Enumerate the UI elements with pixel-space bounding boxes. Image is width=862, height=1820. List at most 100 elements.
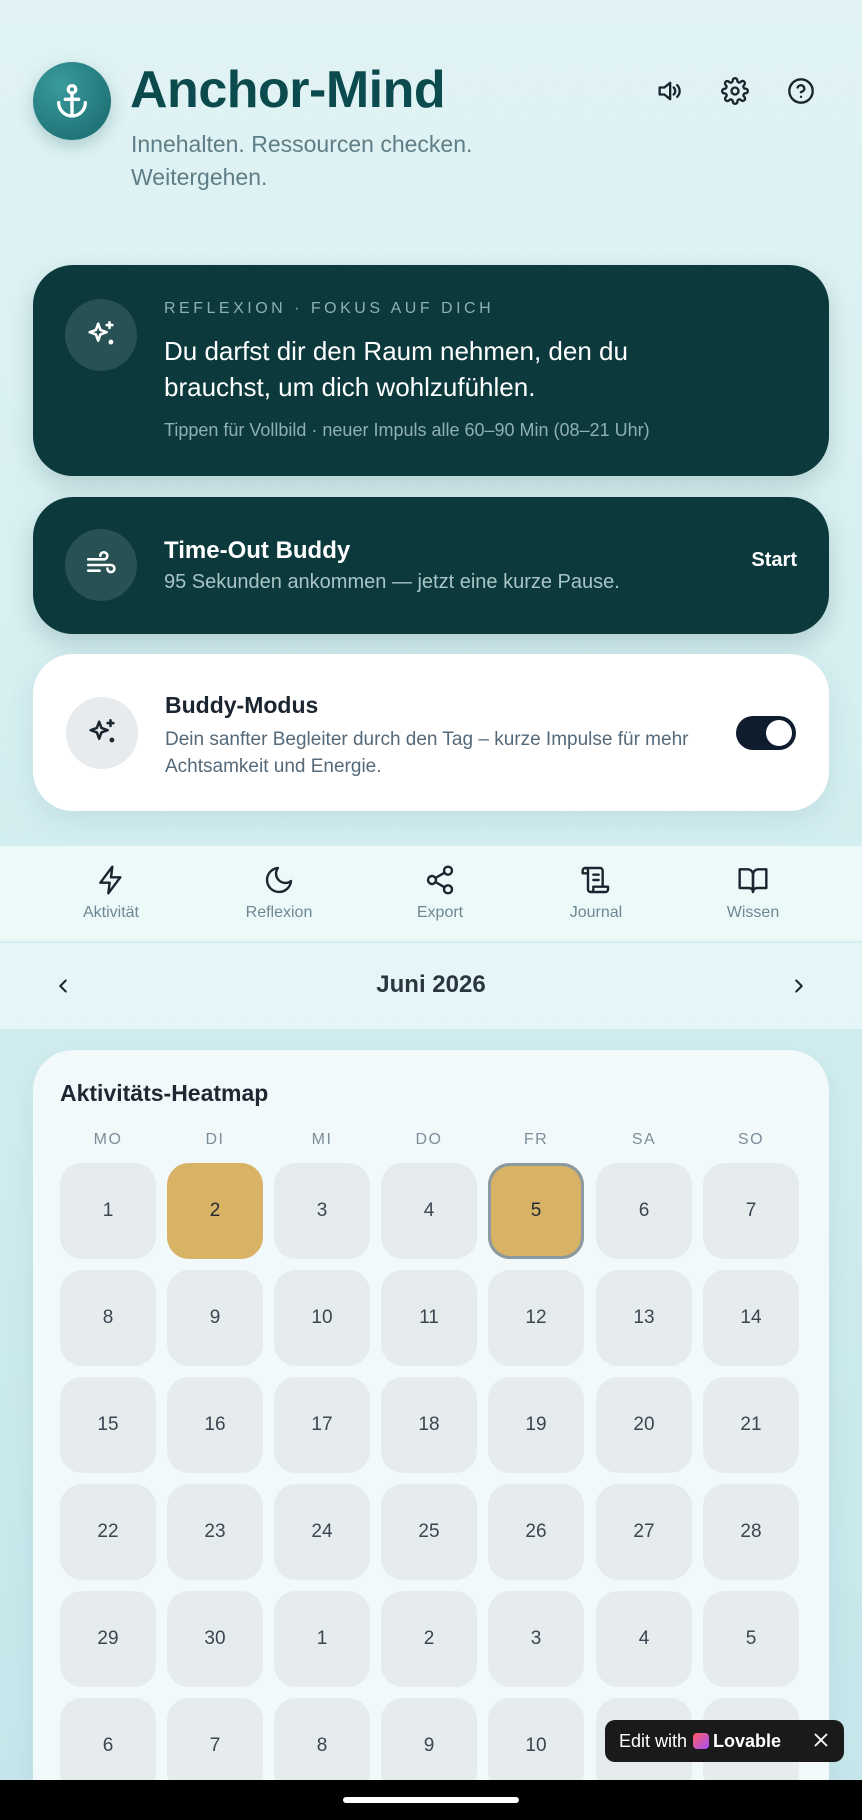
calendar-day[interactable]: 22 [60, 1484, 156, 1580]
book-icon [738, 868, 768, 894]
buddy-mode-card: Buddy-Modus Dein sanfter Begleiter durch… [33, 654, 829, 811]
share-icon [426, 865, 454, 895]
timeout-buddy-title: Time-Out Buddy [164, 537, 351, 564]
scroll-icon [581, 866, 610, 894]
reflection-kicker: Reflexion · Fokus auf dich [164, 300, 495, 317]
calendar-day[interactable]: 4 [596, 1591, 692, 1687]
nav-item-export[interactable]: Export [380, 864, 500, 922]
calendar-day[interactable]: 16 [167, 1377, 263, 1473]
weekday-header: FR [523, 1131, 549, 1148]
calendar-day[interactable]: 13 [596, 1270, 692, 1366]
timeout-buddy-card[interactable]: Time-Out Buddy 95 Sekunden ankommen — je… [33, 497, 829, 634]
buddy-mode-description: Dein sanfter Begleiter durch den Tag – k… [165, 729, 689, 777]
nav-item-reflexion[interactable]: Reflexion [219, 864, 339, 922]
nav-item-aktivitaet[interactable]: Aktivität [51, 864, 171, 922]
sparkles-icon [88, 320, 114, 345]
calendar-day[interactable]: 1 [60, 1163, 156, 1259]
calendar-day[interactable]: 18 [381, 1377, 477, 1473]
nav-label: Aktivität [82, 904, 139, 921]
sparkles-icon [89, 718, 115, 743]
calendar-day[interactable]: 1 [274, 1591, 370, 1687]
calendar-day[interactable]: 2 [167, 1163, 263, 1259]
calendar-day[interactable]: 2 [381, 1591, 477, 1687]
calendar-day[interactable]: 12 [488, 1270, 584, 1366]
weekday-header: MO [93, 1131, 123, 1148]
nav-label: Export [416, 904, 464, 921]
calendar-day[interactable]: 3 [274, 1163, 370, 1259]
timeout-buddy-subtitle: 95 Sekunden ankommen — jetzt eine kurze … [164, 571, 620, 593]
buddy-mode-title: Buddy-Modus [165, 692, 319, 718]
calendar-day[interactable]: 6 [596, 1163, 692, 1259]
month-selector: Juni 2026 [0, 943, 862, 1029]
nav-label: Journal [569, 904, 623, 921]
weekday-header: DO [415, 1131, 443, 1148]
gear-icon [721, 77, 749, 105]
calendar-day[interactable]: 24 [274, 1484, 370, 1580]
calendar-day[interactable]: 20 [596, 1377, 692, 1473]
settings-button[interactable] [716, 72, 754, 110]
sparkles-icon-wrap [65, 299, 137, 371]
section-nav: Aktivität Reflexion Export Journal Wisse… [0, 845, 862, 942]
next-month-button[interactable] [783, 970, 815, 1002]
calendar-day[interactable]: 19 [488, 1377, 584, 1473]
calendar-day[interactable]: 5 [488, 1163, 584, 1259]
help-button[interactable] [782, 72, 820, 110]
close-badge-button[interactable] [810, 1729, 832, 1756]
app-header: Anchor-Mind Innehalten. Ressourcen check… [0, 0, 862, 240]
calendar-day[interactable]: 21 [703, 1377, 799, 1473]
calendar-day[interactable]: 10 [274, 1270, 370, 1366]
weekday-header: MI [311, 1131, 333, 1148]
start-button[interactable]: Start [751, 549, 797, 572]
calendar-day[interactable]: 14 [703, 1270, 799, 1366]
calendar-day[interactable]: 30 [167, 1591, 263, 1687]
wind-icon [86, 551, 116, 574]
buddy-mode-toggle[interactable] [736, 716, 796, 750]
calendar-day[interactable]: 25 [381, 1484, 477, 1580]
reflection-card[interactable]: Reflexion · Fokus auf dich Du darfst dir… [33, 265, 829, 476]
activity-heatmap: Aktivitäts-Heatmap MO DI MI DO FR SA SO 1 2 3 4 5 6 7… [33, 1050, 829, 1820]
calendar-day[interactable]: 15 [60, 1377, 156, 1473]
weekday-header: DI [205, 1131, 225, 1148]
calendar-day[interactable]: 7 [703, 1163, 799, 1259]
reflection-quote: Du darfst dir den Raum nehmen, den du br… [164, 336, 628, 402]
bolt-icon [99, 865, 122, 895]
calendar-day[interactable]: 9 [167, 1270, 263, 1366]
nav-item-journal[interactable]: Journal [536, 864, 656, 922]
app-tagline: Innehalten. Ressourcen checken. Weiterge… [131, 131, 473, 190]
nav-item-wissen[interactable]: Wissen [693, 864, 813, 922]
badge-prefix: Edit with [619, 1730, 688, 1751]
anchor-logo [33, 62, 111, 140]
reflection-hint: Tippen für Vollbild · neuer Impuls alle … [164, 420, 650, 440]
lovable-brand: Lovable [693, 1731, 781, 1752]
home-indicator[interactable] [343, 1797, 519, 1803]
calendar-day[interactable]: 28 [703, 1484, 799, 1580]
anchor-icon [57, 83, 88, 118]
weekday-header: SA [631, 1131, 657, 1148]
calendar-day[interactable]: 26 [488, 1484, 584, 1580]
close-icon [814, 1733, 828, 1747]
calendar-day[interactable]: 23 [167, 1484, 263, 1580]
calendar-day[interactable]: 29 [60, 1591, 156, 1687]
edit-with-lovable-badge[interactable]: Edit with Lovable [605, 1720, 844, 1762]
nav-label: Wissen [726, 904, 780, 921]
help-icon [788, 78, 814, 104]
calendar-day[interactable]: 17 [274, 1377, 370, 1473]
system-nav-bar [0, 1780, 862, 1820]
moon-icon [265, 866, 293, 894]
weekday-header: SO [737, 1131, 765, 1148]
toggle-knob [766, 720, 792, 746]
calendar-day[interactable]: 8 [60, 1270, 156, 1366]
calendar-day[interactable]: 11 [381, 1270, 477, 1366]
nav-label: Reflexion [245, 904, 313, 921]
lovable-brand-label: Lovable [713, 1730, 782, 1751]
wind-icon-wrap [65, 529, 137, 601]
speaker-icon [658, 81, 681, 101]
calendar-day[interactable]: 27 [596, 1484, 692, 1580]
app-title: Anchor-Mind [130, 61, 446, 119]
sound-button[interactable] [650, 72, 688, 110]
calendar-day[interactable]: 5 [703, 1591, 799, 1687]
lovable-heart-icon [693, 1733, 710, 1749]
heatmap-title: Aktivitäts-Heatmap [60, 1080, 269, 1106]
calendar-day[interactable]: 3 [488, 1591, 584, 1687]
calendar-day[interactable]: 4 [381, 1163, 477, 1259]
